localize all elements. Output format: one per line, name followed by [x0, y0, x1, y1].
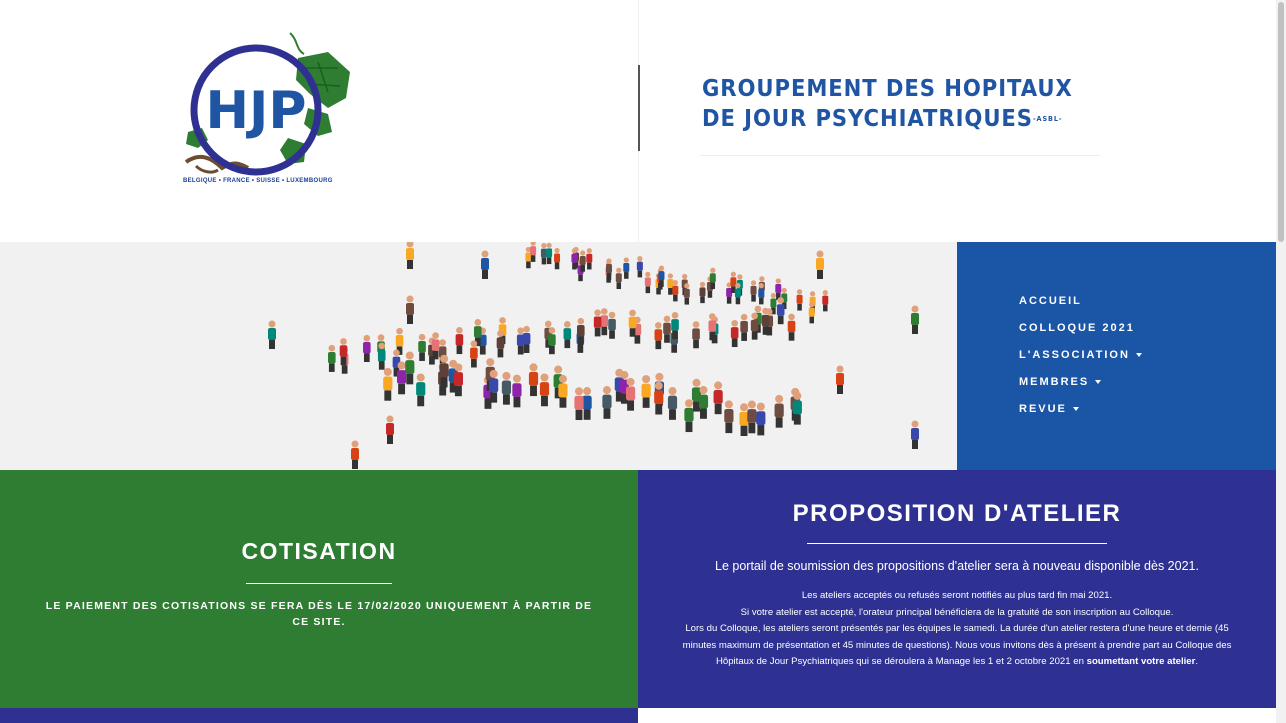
submit-atelier-link[interactable]: soumettant votre atelier — [1087, 656, 1196, 667]
atelier-rule — [807, 543, 1107, 544]
logo-tagline: BELGIQUE • FRANCE • SUISSE • LUXEMBOURG — [183, 178, 333, 184]
nav-item-label: L'ASSOCIATION — [1019, 349, 1130, 361]
nav-item-colloque-2021[interactable]: COLLOQUE 2021 — [1019, 321, 1142, 348]
scrollbar-thumb[interactable] — [1278, 2, 1284, 242]
footer-strip-left — [0, 708, 638, 723]
cotisation-text: LE PAIEMENT DES COTISATIONS SE FERA DÈS … — [45, 600, 593, 628]
atelier-body: Les ateliers acceptés ou refusés seront … — [678, 588, 1236, 671]
nav-item-association[interactable]: L'ASSOCIATION — [1019, 348, 1142, 375]
caret-down-icon — [1135, 353, 1142, 358]
atelier-lead: Le portail de soumission des proposition… — [715, 559, 1199, 573]
atelier-line2: Si votre atelier est accepté, l'orateur … — [740, 606, 1174, 618]
nav-item-membres[interactable]: MEMBRES — [1019, 375, 1142, 402]
atelier-line1: Les ateliers acceptés ou refusés seront … — [801, 590, 1113, 601]
atelier-section: PROPOSITION D'ATELIER Le portail de soum… — [638, 470, 1276, 708]
title-underline — [700, 155, 1100, 156]
cotisation-title: COTISATION — [241, 538, 397, 564]
nav-item-label: MEMBRES — [1019, 376, 1090, 388]
header-divider — [638, 65, 640, 151]
cotisation-section: COTISATION LE PAIEMENT DES COTISATIONS S… — [0, 470, 638, 708]
nav-item-label: COLLOQUE 2021 — [1019, 322, 1135, 334]
caret-down-icon — [1095, 380, 1102, 385]
page-scrollbar[interactable] — [1276, 0, 1286, 723]
cotisation-rule — [246, 583, 392, 584]
atelier-title: PROPOSITION D'ATELIER — [792, 500, 1122, 527]
site-title-line1: GROUPEMENT DES HOPITAUX — [702, 76, 1073, 102]
site-header: HJP BELGIQUE • FRANCE • SUISSE • LUXEMBO… — [0, 0, 1276, 242]
nav-item-label: ACCUEIL — [1019, 295, 1082, 307]
footer-strip-right — [638, 708, 1276, 723]
nav-item-revue[interactable]: REVUE — [1019, 402, 1142, 429]
svg-text:HJP: HJP — [206, 81, 307, 141]
crowd-illustration — [268, 242, 919, 469]
atelier-end: . — [1195, 656, 1199, 668]
nav-item-accueil[interactable]: ACCUEIL — [1019, 294, 1142, 321]
site-title-line2: DE JOUR PSYCHIATRIQUES — [702, 106, 1033, 132]
hero-crowd-illustration — [0, 242, 957, 470]
site-title[interactable]: GROUPEMENT DES HOPITAUX DE JOUR PSYCHIAT… — [702, 74, 1073, 134]
caret-down-icon — [1072, 407, 1079, 412]
main-nav: ACCUEIL COLLOQUE 2021 L'ASSOCIATION MEMB… — [957, 242, 1276, 470]
nav-item-label: REVUE — [1019, 403, 1067, 415]
ghjp-logo[interactable]: HJP — [178, 28, 358, 190]
site-title-suffix: -ASBL- — [1032, 115, 1063, 123]
